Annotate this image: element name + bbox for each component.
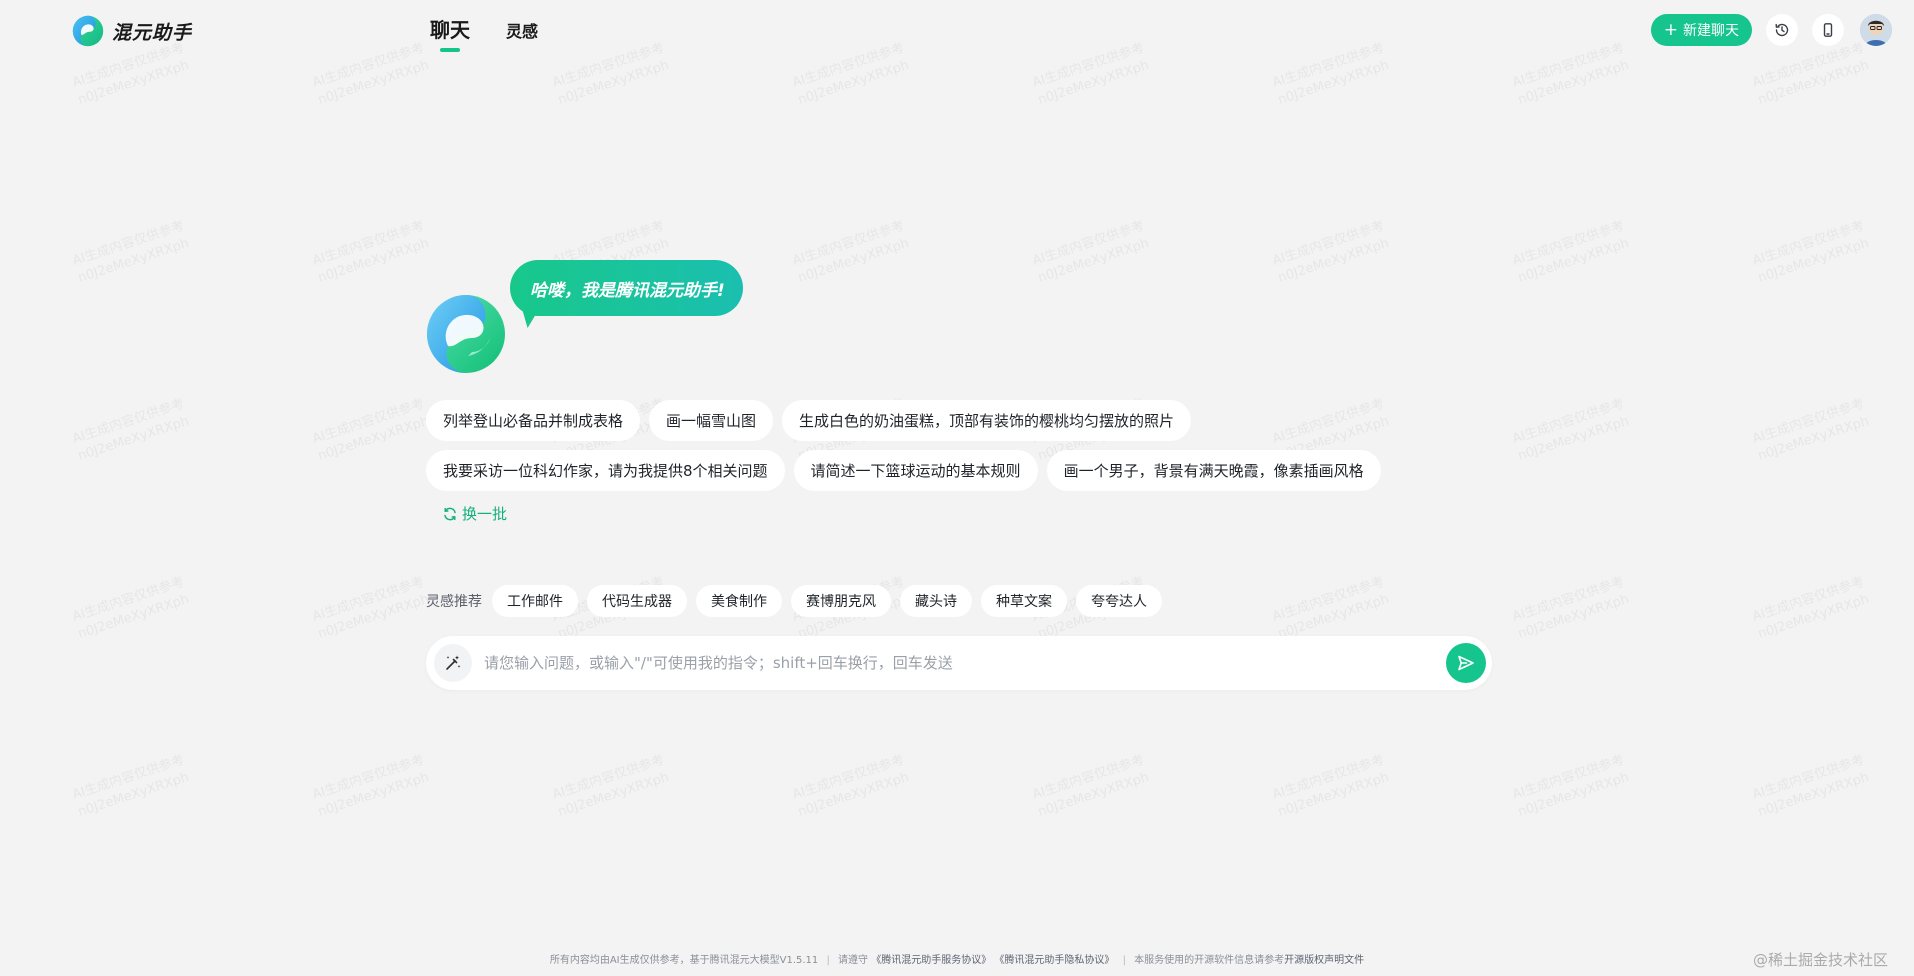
suggestion-chip[interactable]: 画一个男子，背景有满天晚霞，像素插画风格 [1046, 450, 1381, 491]
footer-separator: | [1122, 955, 1126, 966]
header-actions: + 新建聊天 [1650, 14, 1892, 46]
watermark-text: AI生成内容仅供参考n0J2eMeXyXRXph [70, 396, 191, 464]
welcome-hero: 哈喽，我是腾讯混元助手! [426, 260, 826, 380]
watermark-text: AI生成内容仅供参考n0J2eMeXyXRXph [70, 574, 191, 642]
corner-watermark: @稀土掘金技术社区 [1752, 951, 1888, 969]
top-header: 混元助手 聊天 灵感 + 新建聊天 [0, 0, 1914, 62]
suggestion-row-2: 我要采访一位科幻作家，请为我提供8个相关问题 请简述一下篮球运动的基本规则 画一… [426, 450, 1492, 491]
brand-name: 混元助手 [112, 21, 193, 44]
suggestion-area: 列举登山必备品并制成表格 画一幅雪山图 生成白色的奶油蛋糕，顶部有装饰的樱桃均匀… [426, 400, 1492, 524]
suggestion-chip[interactable]: 画一幅雪山图 [649, 400, 774, 441]
privacy-agreement-link[interactable]: 《腾讯混元助手隐私协议》 [994, 955, 1114, 966]
suggestion-chip[interactable]: 我要采访一位科幻作家，请为我提供8个相关问题 [426, 450, 785, 491]
refresh-icon [444, 507, 456, 520]
chat-input[interactable] [472, 643, 1446, 683]
inspiration-chip[interactable]: 美食制作 [696, 585, 782, 617]
inspiration-chip[interactable]: 工作邮件 [492, 585, 578, 617]
inspiration-bar: 灵感推荐 工作邮件 代码生成器 美食制作 赛博朋克风 藏头诗 种草文案 夸夸达人 [426, 585, 1162, 617]
watermark-text: AI生成内容仅供参考n0J2eMeXyXRXph [70, 752, 191, 820]
footer-separator: | [826, 955, 830, 966]
new-chat-button[interactable]: + 新建聊天 [1650, 14, 1752, 46]
footer-text-ai: 所有内容均由AI生成仅供参考，基于腾讯混元大模型V1.5.11 [549, 955, 819, 966]
watermark-text: AI生成内容仅供参考n0J2eMeXyXRXph [1750, 218, 1871, 286]
watermark-text: AI生成内容仅供参考n0J2eMeXyXRXph [1510, 218, 1631, 286]
magic-wand-button[interactable] [434, 644, 472, 682]
suggestion-chip[interactable]: 生成白色的奶油蛋糕，顶部有装饰的樱桃均匀摆放的照片 [782, 400, 1192, 441]
suggestion-chip[interactable]: 列举登山必备品并制成表格 [426, 400, 641, 441]
inspiration-chip[interactable]: 赛博朋克风 [791, 585, 891, 617]
greeting-bubble: 哈喽，我是腾讯混元助手! [510, 260, 743, 316]
inspiration-chip[interactable]: 藏头诗 [900, 585, 972, 617]
watermark-text: AI生成内容仅供参考n0J2eMeXyXRXph [1030, 752, 1151, 820]
main-nav: 聊天 灵感 [430, 14, 538, 43]
watermark-text: AI生成内容仅供参考n0J2eMeXyXRXph [790, 752, 911, 820]
history-icon [1775, 23, 1789, 37]
watermark-text: AI生成内容仅供参考n0J2eMeXyXRXph [550, 752, 671, 820]
watermark-text: AI生成内容仅供参考n0J2eMeXyXRXph [1270, 574, 1391, 642]
app-page: AI生成内容仅供参考 n0J2eMeXyXRXph AI生成内容仅供参考 n0J2eM… [0, 0, 1914, 976]
hunyuan-logo-icon [72, 15, 104, 47]
chat-input-bar [426, 636, 1492, 690]
footer-text-agree: 请遵守 [838, 955, 869, 966]
watermark-text: AI生成内容仅供参考n0J2eMeXyXRXph [1270, 218, 1391, 286]
watermark-text: AI生成内容仅供参考n0J2eMeXyXRXph [1510, 752, 1631, 820]
watermark-text: AI生成内容仅供参考n0J2eMeXyXRXph [1030, 218, 1151, 286]
send-icon [1458, 655, 1474, 671]
new-chat-label: 新建聊天 [1683, 23, 1739, 39]
watermark-text: AI生成内容仅供参考n0J2eMeXyXRXph [1750, 574, 1871, 642]
watermark-text: AI生成内容仅供参考n0J2eMeXyXRXph [1510, 396, 1631, 464]
avatar-icon [1860, 14, 1892, 46]
hunyuan-mascot-icon [427, 295, 505, 373]
bubble-tail [517, 310, 539, 328]
opensource-license-link[interactable]: 开源版权声明文件 [1284, 955, 1364, 966]
watermark-text: AI生成内容仅供参考n0J2eMeXyXRXph [1750, 396, 1871, 464]
suggestion-chip[interactable]: 请简述一下篮球运动的基本规则 [793, 450, 1038, 491]
plus-icon: + [1663, 19, 1678, 40]
history-button[interactable] [1766, 14, 1798, 46]
magic-wand-icon [446, 655, 461, 670]
user-avatar[interactable] [1860, 14, 1892, 46]
refresh-suggestions-button[interactable]: 换一批 [442, 503, 507, 524]
suggestion-row-1: 列举登山必备品并制成表格 画一幅雪山图 生成白色的奶油蛋糕，顶部有装饰的樱桃均匀… [426, 400, 1492, 441]
footer-disclaimer: 所有内容均由AI生成仅供参考，基于腾讯混元大模型V1.5.11 | 请遵守 《腾… [0, 951, 1914, 966]
tab-inspiration[interactable]: 灵感 [506, 18, 538, 43]
watermark-text: AI生成内容仅供参考n0J2eMeXyXRXph [70, 218, 191, 286]
mobile-app-button[interactable] [1812, 14, 1844, 46]
inspiration-chip[interactable]: 代码生成器 [587, 585, 687, 617]
inspiration-chip[interactable]: 种草文案 [981, 585, 1067, 617]
send-button[interactable] [1446, 643, 1486, 683]
watermark-text: AI生成内容仅供参考n0J2eMeXyXRXph [1270, 752, 1391, 820]
refresh-label: 换一批 [462, 505, 508, 523]
footer-text-opensource: 本服务使用的开源软件信息请参考 [1134, 955, 1285, 966]
brand[interactable]: 混元助手 [72, 15, 192, 47]
watermark-text: AI生成内容仅供参考n0J2eMeXyXRXph [1510, 574, 1631, 642]
watermark-text: AI生成内容仅供参考n0J2eMeXyXRXph [1750, 752, 1871, 820]
mobile-phone-icon [1823, 23, 1833, 37]
watermark-text: AI生成内容仅供参考n0J2eMeXyXRXph [310, 752, 431, 820]
service-agreement-link[interactable]: 《腾讯混元助手服务协议》 [871, 955, 991, 966]
tab-chat[interactable]: 聊天 [430, 14, 470, 43]
inspiration-label: 灵感推荐 [426, 594, 482, 610]
inspiration-chip[interactable]: 夸夸达人 [1076, 585, 1162, 617]
